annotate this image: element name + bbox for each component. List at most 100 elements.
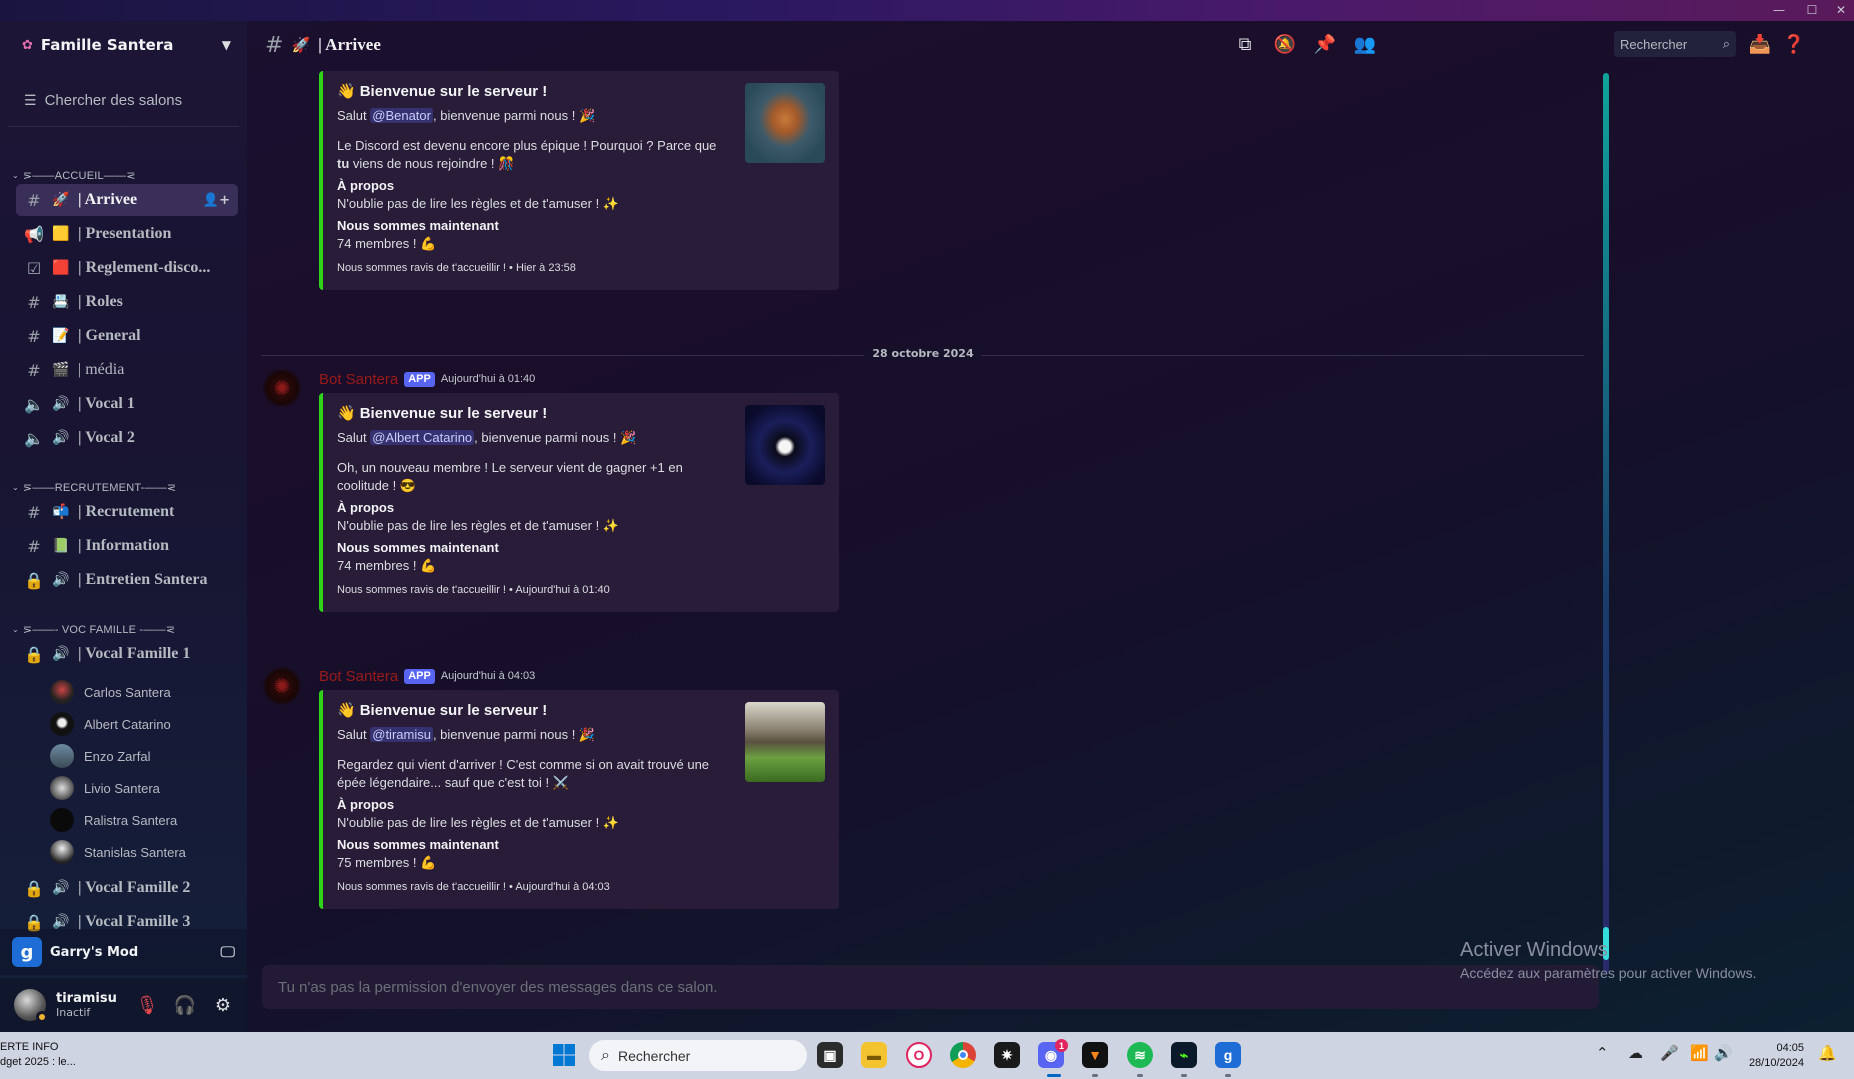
embed-footer: Nous sommes ravis de t'accueillir ! • Au… [337, 584, 610, 596]
embed-title-text: Bienvenue sur le serveur ! [359, 702, 548, 719]
embed-thumbnail[interactable] [745, 405, 825, 485]
category-voc-famille[interactable]: ⌄ ⋝——- VOC FAMILLE -——⋜ [12, 620, 175, 638]
welcome-embed: 👋 Bienvenue sur le serveur ! Salut @Bena… [319, 71, 839, 290]
activity-panel[interactable]: g Garry's Mod 🖵 [0, 929, 247, 975]
notification-bell-off-icon[interactable]: 🔕 [1272, 31, 1298, 57]
category-label: ⋝——- VOC FAMILLE -——⋜ [22, 623, 176, 636]
taskbar-search[interactable]: ⌕ Rechercher [589, 1040, 807, 1071]
members-count: 74 membres ! 💪 [337, 236, 437, 251]
avatar [50, 840, 74, 864]
discord-app: ✿ Famille Santera ▼ ☰ Chercher des salon… [0, 21, 1854, 1032]
about-title: À propos [337, 500, 395, 515]
microphone-icon[interactable]: 🎤 [1660, 1044, 1679, 1062]
user-mention[interactable]: @Albert Catarino [370, 430, 475, 445]
app-badge: APP [404, 371, 435, 387]
speaker-icon: 🔊 [52, 880, 70, 896]
channel-reglement[interactable]: ☑ 🟥 | Reglement-disco... [16, 252, 238, 284]
minimize-button[interactable]: — [1764, 0, 1794, 21]
volume-icon[interactable]: 🔊 [1714, 1044, 1733, 1062]
embed-thumbnail[interactable] [745, 702, 825, 782]
channel-general[interactable]: # 📝 | General [16, 320, 238, 352]
onedrive-icon[interactable]: ☁ [1628, 1044, 1643, 1062]
user-mention[interactable]: @tiramisu [370, 727, 433, 742]
user-status: Inactif [56, 1006, 91, 1019]
chevron-down-icon: ⌄ [12, 170, 19, 180]
running-indicator [1137, 1074, 1143, 1077]
speaker-icon: 🔊 [52, 572, 70, 588]
category-recrutement[interactable]: ⌄ ⋝——RECRUTEMENT-——⋜ [12, 478, 176, 496]
scrollbar-track[interactable] [1603, 73, 1609, 973]
channel-arrivee[interactable]: # 🚀 | Arrivee 👤+ [16, 184, 238, 216]
embed-thumbnail[interactable] [745, 83, 825, 163]
channel-label: | Vocal Famille 2 [78, 879, 191, 896]
date-divider-label: 28 octobre 2024 [864, 347, 982, 360]
channel-information[interactable]: # 📗 | Information [16, 530, 238, 562]
system-clock[interactable]: 04:05 28/10/2024 [1744, 1041, 1804, 1071]
message-author[interactable]: Bot Santera [319, 668, 398, 685]
channel-roles[interactable]: # 📇 | Roles [16, 286, 238, 318]
channel-search-button[interactable]: ☰ Chercher des salons [24, 85, 234, 115]
app-icon[interactable]: ✷ [994, 1042, 1020, 1068]
channel-media[interactable]: # 🎬 | média [16, 354, 238, 386]
close-window-button[interactable]: ✕ [1826, 0, 1854, 21]
voice-user[interactable]: Livio Santera [50, 773, 160, 803]
user-mention[interactable]: @Benator [370, 108, 433, 123]
channel-vocal-2[interactable]: 🔈 🔊 | Vocal 2 [16, 422, 238, 454]
chrome-icon[interactable] [950, 1042, 976, 1068]
file-explorer-icon[interactable]: ▬ [861, 1042, 887, 1068]
message-author[interactable]: Bot Santera [319, 371, 398, 388]
channel-label: | Recrutement [78, 503, 175, 520]
avatar[interactable] [14, 989, 48, 1023]
hashtag-icon: # [27, 326, 41, 346]
embed-footer: Nous sommes ravis de t'accueillir ! • Au… [337, 881, 610, 893]
category-accueil[interactable]: ⌄ ⋝——ACCUEIL——⋜ [12, 166, 136, 184]
wave-icon: 👋 [337, 405, 356, 422]
threads-icon[interactable]: ⧉ [1232, 31, 1258, 57]
streaming-app-icon[interactable]: ⌁ [1171, 1042, 1197, 1068]
discord-icon[interactable]: ◉ 1 [1038, 1039, 1068, 1068]
server-header[interactable]: ✿ Famille Santera ▼ [0, 21, 247, 69]
screen-share-icon[interactable]: 🖵 [221, 943, 235, 961]
notification-bell-icon[interactable]: 🔔 [1818, 1044, 1837, 1062]
opera-icon[interactable]: O [906, 1042, 932, 1068]
embed-greeting: Salut @tiramisu, bienvenue parmi nous ! … [337, 726, 727, 744]
channel-vocal-famille-1[interactable]: 🔒 🔊 | Vocal Famille 1 [16, 638, 238, 670]
embed-description: Regardez qui vient d'arriver ! C'est com… [337, 757, 710, 790]
chevron-up-icon[interactable]: ⌃ [1596, 1044, 1609, 1062]
invite-user-icon[interactable]: 👤+ [203, 193, 230, 208]
headphones-deafened-icon[interactable]: 🎧 [171, 995, 199, 1016]
inbox-icon[interactable]: 📥 [1747, 31, 1773, 57]
gear-icon[interactable]: ⚙ [209, 995, 237, 1016]
windows-start-icon[interactable] [552, 1043, 576, 1067]
maximize-button[interactable]: ☐ [1797, 0, 1827, 21]
avatar[interactable]: ✺ [262, 666, 302, 706]
hashtag-icon: # [27, 292, 41, 312]
voice-user[interactable]: Albert Catarino [50, 709, 171, 739]
search-input[interactable]: Rechercher ⌕ [1614, 31, 1736, 57]
voice-user[interactable]: Stanislas Santera [50, 837, 186, 867]
channel-label: | Vocal Famille 1 [78, 645, 191, 662]
user-info[interactable]: tiramisu Inactif [56, 991, 123, 1019]
voice-user[interactable]: Carlos Santera [50, 677, 171, 707]
voice-user[interactable]: Enzo Zarfal [50, 741, 150, 771]
task-view-icon[interactable]: ▣ [817, 1042, 843, 1068]
spotify-icon[interactable]: ≋ [1127, 1042, 1153, 1068]
avatar[interactable]: ✺ [262, 368, 302, 408]
voice-user-name: Ralistra Santera [84, 812, 178, 828]
voice-user[interactable]: Ralistra Santera [50, 805, 177, 835]
wifi-icon[interactable]: 📶 [1690, 1044, 1709, 1062]
channel-vocal-1[interactable]: 🔈 🔊 | Vocal 1 [16, 388, 238, 420]
mic-muted-icon[interactable]: 🎙 [133, 995, 161, 1016]
channel-entretien[interactable]: 🔒 🔊 | Entretien Santera [16, 564, 238, 596]
help-icon[interactable]: ❓ [1781, 31, 1807, 57]
channel-vocal-famille-2[interactable]: 🔒 🔊 | Vocal Famille 2 [16, 872, 238, 904]
channel-recrutement[interactable]: # 📬 | Recrutement [16, 496, 238, 528]
wave-icon: 👋 [337, 83, 356, 100]
garrys-mod-icon[interactable]: g [1215, 1042, 1241, 1068]
members-icon[interactable]: 👥 [1352, 31, 1378, 57]
news-widget[interactable]: ERTE INFO dget 2025 : le... [0, 1040, 76, 1070]
channel-presentation[interactable]: 📢 🟨 | Presentation [16, 218, 238, 250]
about-title: À propos [337, 797, 395, 812]
metamask-icon[interactable]: ▼ [1082, 1042, 1108, 1068]
pin-icon[interactable]: 📌 [1312, 31, 1338, 57]
